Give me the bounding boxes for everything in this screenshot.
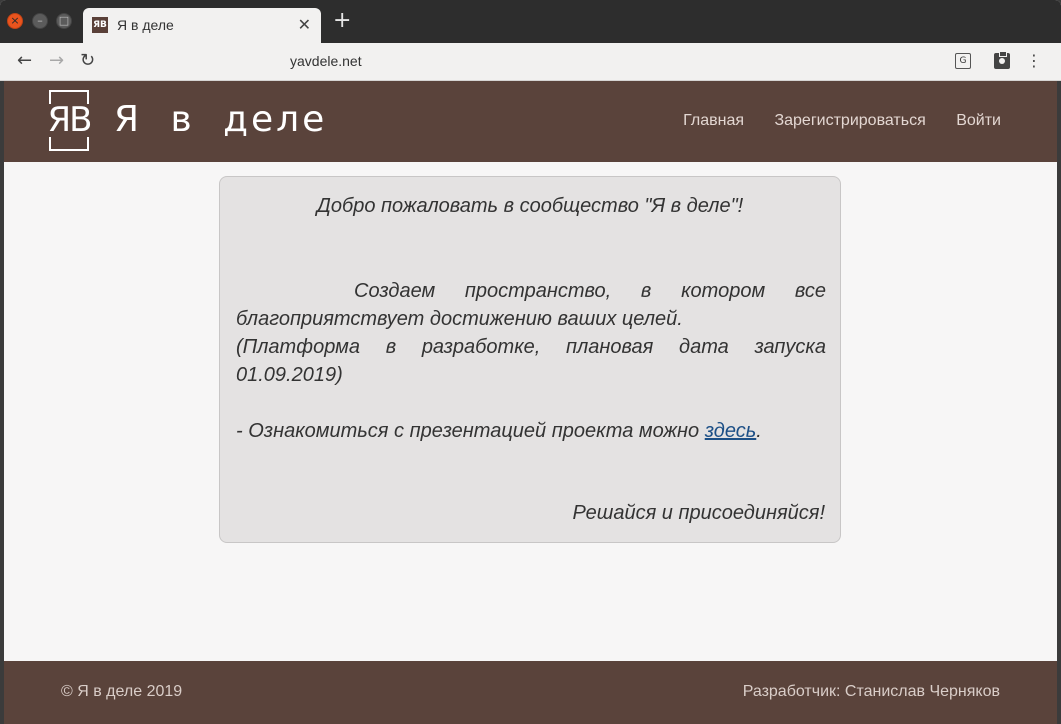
close-window-icon[interactable]: ×	[7, 13, 23, 29]
welcome-heading: Добро пожаловать в сообщество "Я в деле"…	[316, 195, 744, 217]
nav-register-link[interactable]: Зарегистрироваться	[774, 112, 925, 129]
browser-tab[interactable]: ЯВ Я в деле ✕	[83, 8, 321, 43]
presentation-suffix: .	[756, 420, 762, 442]
site-logo[interactable]: ЯВ	[48, 90, 92, 151]
nav-login-link[interactable]: Войти	[956, 112, 1001, 129]
new-tab-icon[interactable]: +	[333, 10, 351, 32]
browser-window: × – □ ЯВ Я в деле ✕ + ← → ↻ yavdele.net …	[0, 0, 1061, 724]
maximize-icon[interactable]: □	[56, 13, 72, 29]
tab-title: Я в деле	[117, 17, 174, 33]
presentation-paragraph: - Ознакомиться с презентацией проекта мо…	[236, 417, 826, 445]
presentation-text: - Ознакомиться с презентацией проекта мо…	[236, 420, 705, 442]
card-body: Создаем пространство, в котором все благ…	[236, 277, 826, 445]
welcome-card: Добро пожаловать в сообщество "Я в деле"…	[219, 176, 841, 543]
address-bar[interactable]: yavdele.net	[108, 46, 936, 76]
address-toolbar: ← → ↻ yavdele.net G ⋮	[0, 43, 1061, 81]
site-footer: © Я в деле 2019 Разработчик: Станислав Ч…	[4, 661, 1057, 724]
site-brand[interactable]: Я в деле	[114, 99, 327, 140]
logo-text: ЯВ	[47, 100, 93, 140]
intro-paragraph: Создаем пространство, в котором все благ…	[236, 280, 826, 330]
presentation-link[interactable]: здесь	[705, 420, 757, 442]
copyright-text: © Я в деле 2019	[61, 683, 183, 700]
translate-icon[interactable]: G	[955, 53, 971, 69]
developer-credit: Разработчик: Станислав Черняков	[742, 683, 1000, 700]
motto-text: Решайся и присоединяйся!	[572, 502, 825, 524]
main-nav: Главная Зарегистрироваться Войти	[657, 112, 1001, 130]
nav-home-link[interactable]: Главная	[683, 112, 744, 129]
window-frame-left	[0, 81, 4, 724]
logo-frame-bottom	[49, 137, 89, 151]
forward-arrow-icon[interactable]: →	[49, 51, 64, 71]
minimize-icon[interactable]: –	[32, 13, 48, 29]
clipboard-icon[interactable]	[994, 51, 1010, 69]
favicon-icon: ЯВ	[92, 17, 108, 33]
reload-icon[interactable]: ↻	[80, 51, 95, 71]
back-arrow-icon[interactable]: ←	[17, 51, 32, 71]
window-frame-right	[1057, 81, 1061, 724]
close-tab-icon[interactable]: ✕	[298, 15, 311, 34]
kebab-menu-icon[interactable]: ⋮	[1026, 53, 1042, 69]
site-header: ЯВ Я в деле Главная Зарегистрироваться В…	[4, 81, 1057, 162]
tab-bar: × – □ ЯВ Я в деле ✕ +	[0, 0, 1061, 43]
status-paragraph: (Платформа в разработке, плановая дата з…	[236, 336, 826, 386]
url-text: yavdele.net	[290, 53, 362, 69]
